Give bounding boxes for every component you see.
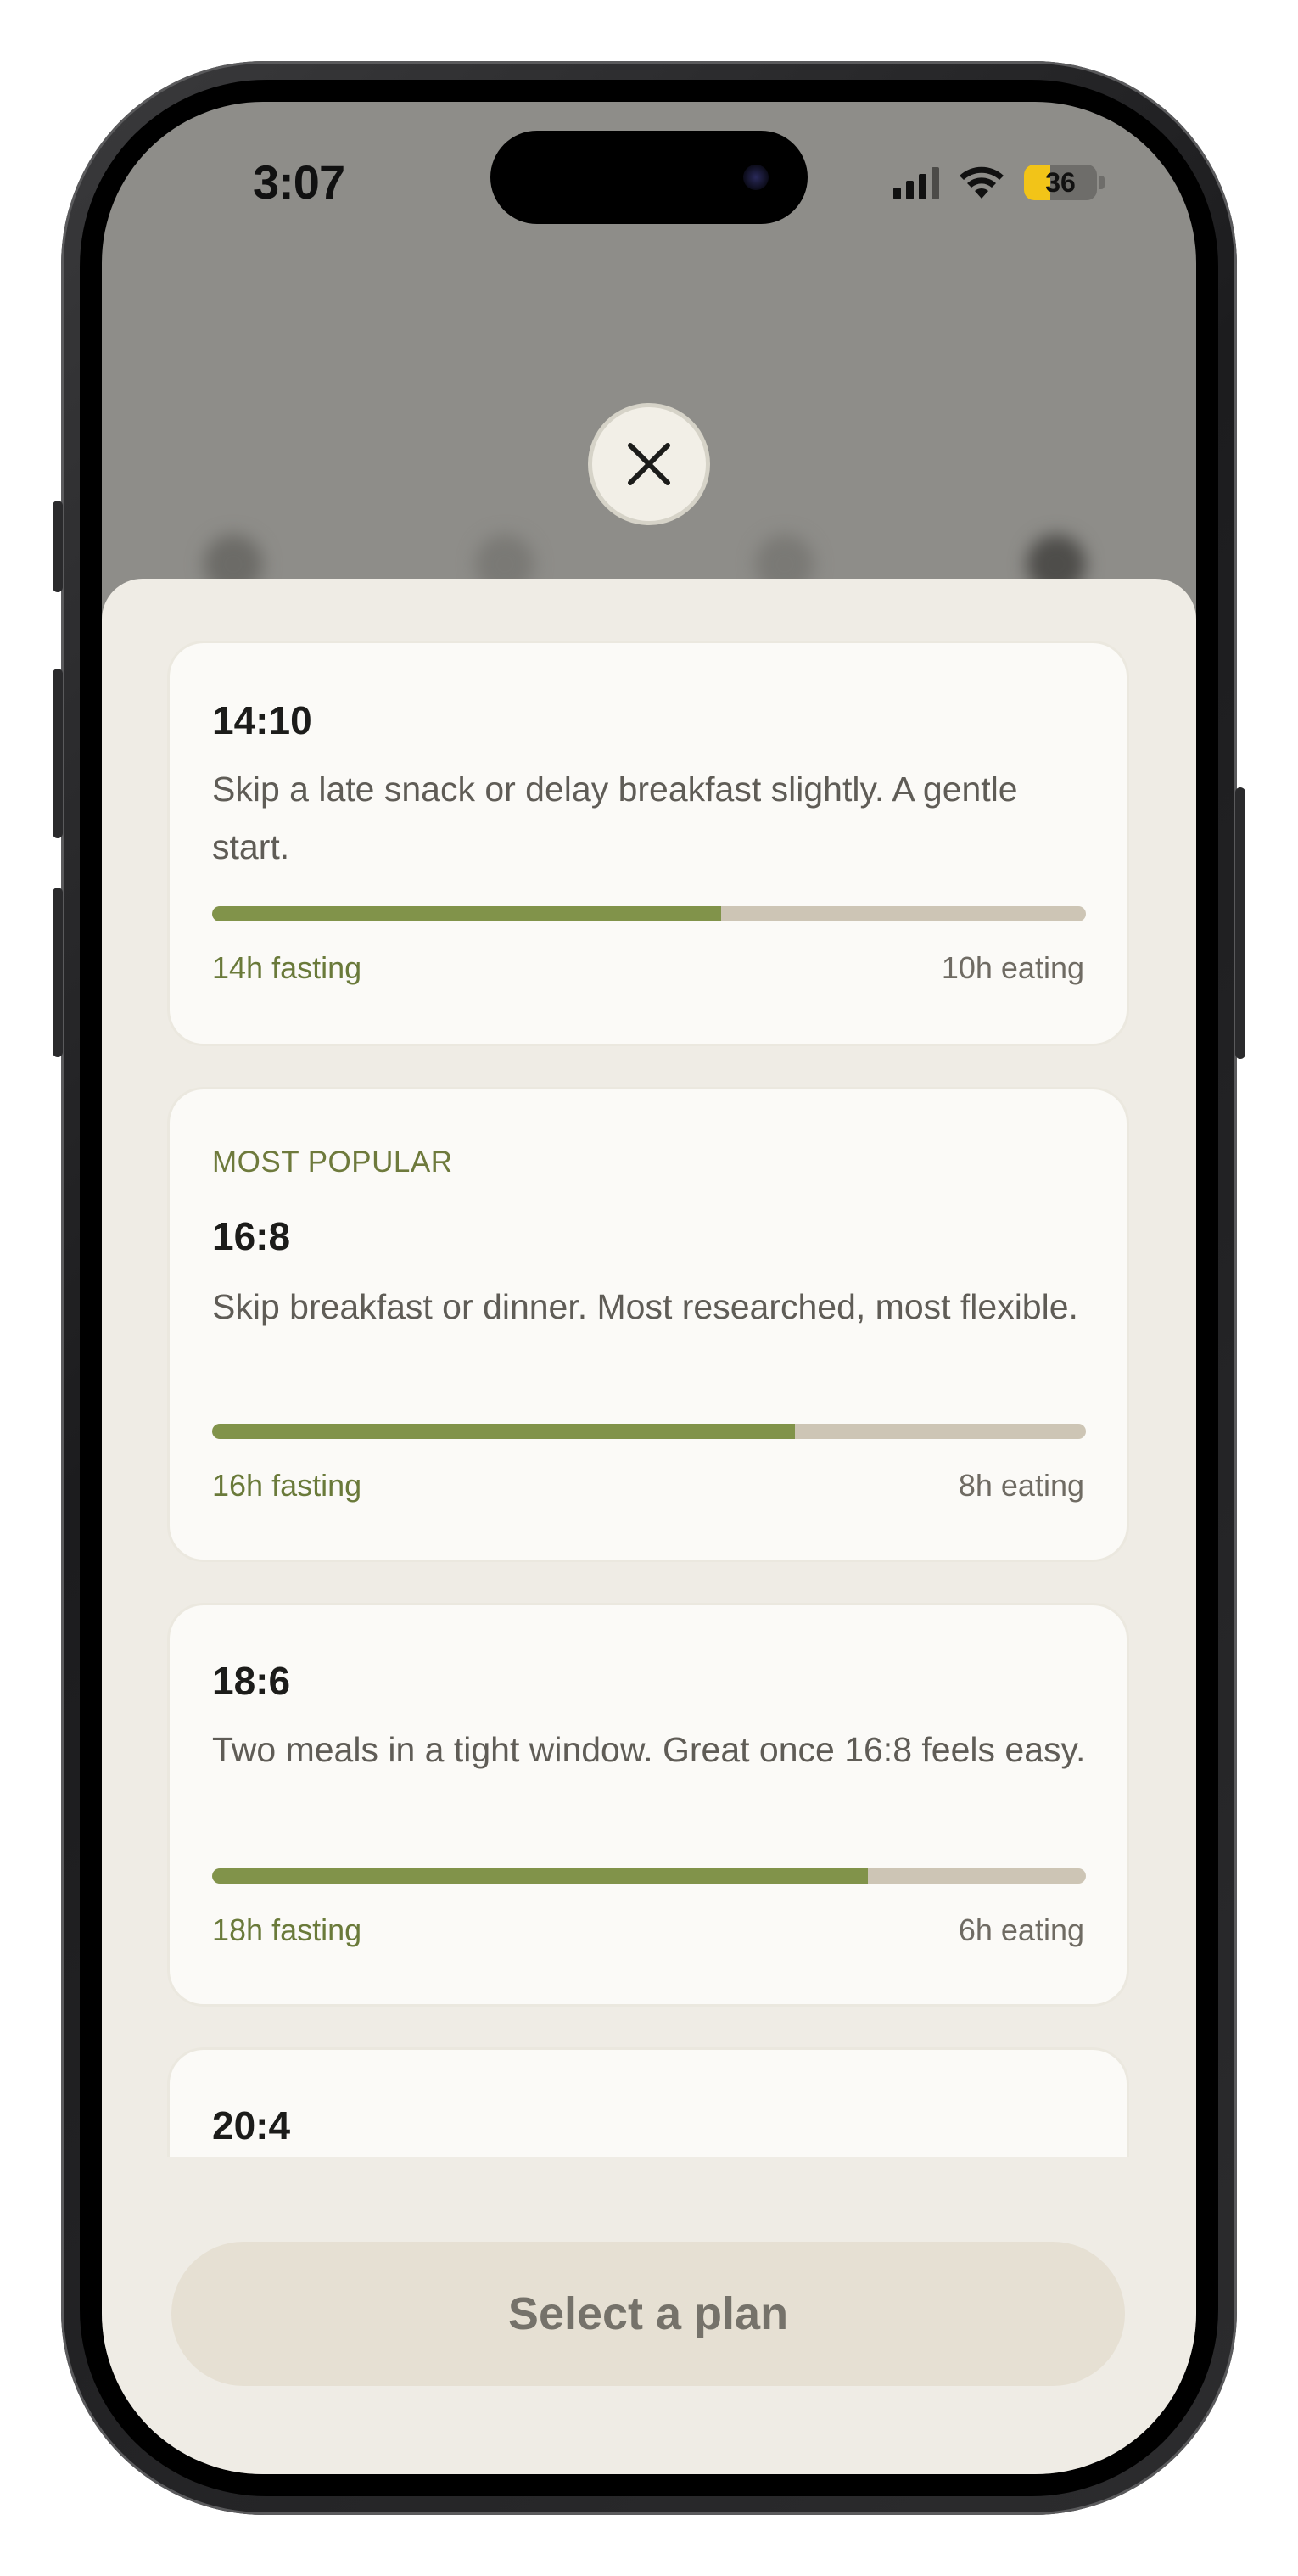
plan-description: Skip breakfast or dinner. Most researche… bbox=[212, 1287, 1078, 1326]
fasting-ratio-fill bbox=[212, 1424, 795, 1439]
fasting-hours-label: 18h fasting bbox=[212, 1912, 362, 1947]
close-button[interactable] bbox=[592, 407, 706, 521]
action-button bbox=[53, 501, 63, 592]
fasting-hours-label: 14h fasting bbox=[212, 950, 362, 985]
eating-hours-label: 8h eating bbox=[958, 1468, 1084, 1503]
battery-level: 36 bbox=[1045, 166, 1076, 198]
close-icon bbox=[628, 443, 670, 485]
screen: 3:07 36 14:10 Skip a late snack or delay… bbox=[102, 102, 1196, 2474]
plan-card-18-6[interactable]: 18:6 Two meals in a tight window. Great … bbox=[170, 1605, 1127, 2004]
plan-description: Skip a late snack or delay breakfast sli… bbox=[212, 770, 1018, 866]
fasting-ratio-bar bbox=[212, 1868, 1086, 1884]
select-plan-label: Select a plan bbox=[507, 2288, 789, 2339]
battery-icon: 36 bbox=[1024, 165, 1097, 200]
eating-hours-label: 6h eating bbox=[958, 1912, 1084, 1947]
plan-card-14-10[interactable]: 14:10 Skip a late snack or delay breakfa… bbox=[170, 643, 1127, 1044]
fasting-ratio-fill bbox=[212, 1868, 868, 1884]
dynamic-island bbox=[490, 131, 808, 224]
plan-list[interactable]: 14:10 Skip a late snack or delay breakfa… bbox=[102, 579, 1196, 2157]
plan-title: 18:6 bbox=[212, 1659, 291, 1703]
plan-title: 16:8 bbox=[212, 1214, 291, 1258]
plan-picker-sheet: 14:10 Skip a late snack or delay breakfa… bbox=[102, 579, 1196, 2474]
plan-description: Two meals in a tight window. Great once … bbox=[212, 1730, 1086, 1769]
signal-icon bbox=[893, 165, 939, 199]
volume-up-button bbox=[53, 669, 63, 838]
fasting-ratio-bar bbox=[212, 1424, 1086, 1439]
plan-card-20-4[interactable]: 20:4 bbox=[170, 2050, 1127, 2157]
fasting-hours-label: 16h fasting bbox=[212, 1468, 362, 1503]
status-bar: 3:07 36 bbox=[102, 102, 1196, 263]
most-popular-badge: MOST POPULAR bbox=[212, 1145, 453, 1179]
camera-icon bbox=[743, 165, 769, 190]
plan-card-16-8[interactable]: MOST POPULAR 16:8 Skip breakfast or dinn… bbox=[170, 1089, 1127, 1560]
volume-down-button bbox=[53, 888, 63, 1057]
plan-title: 20:4 bbox=[212, 2103, 291, 2148]
status-time: 3:07 bbox=[253, 155, 345, 209]
wifi-icon bbox=[960, 166, 1004, 199]
fasting-ratio-bar bbox=[212, 906, 1086, 921]
fasting-ratio-fill bbox=[212, 906, 722, 921]
power-button bbox=[1235, 787, 1245, 1059]
plan-title: 14:10 bbox=[212, 698, 312, 742]
page: 3:07 36 14:10 Skip a late snack or delay… bbox=[0, 0, 1298, 2576]
status-icons: 36 bbox=[893, 161, 1105, 204]
select-plan-button[interactable]: Select a plan bbox=[171, 2242, 1125, 2386]
eating-hours-label: 10h eating bbox=[941, 950, 1084, 985]
